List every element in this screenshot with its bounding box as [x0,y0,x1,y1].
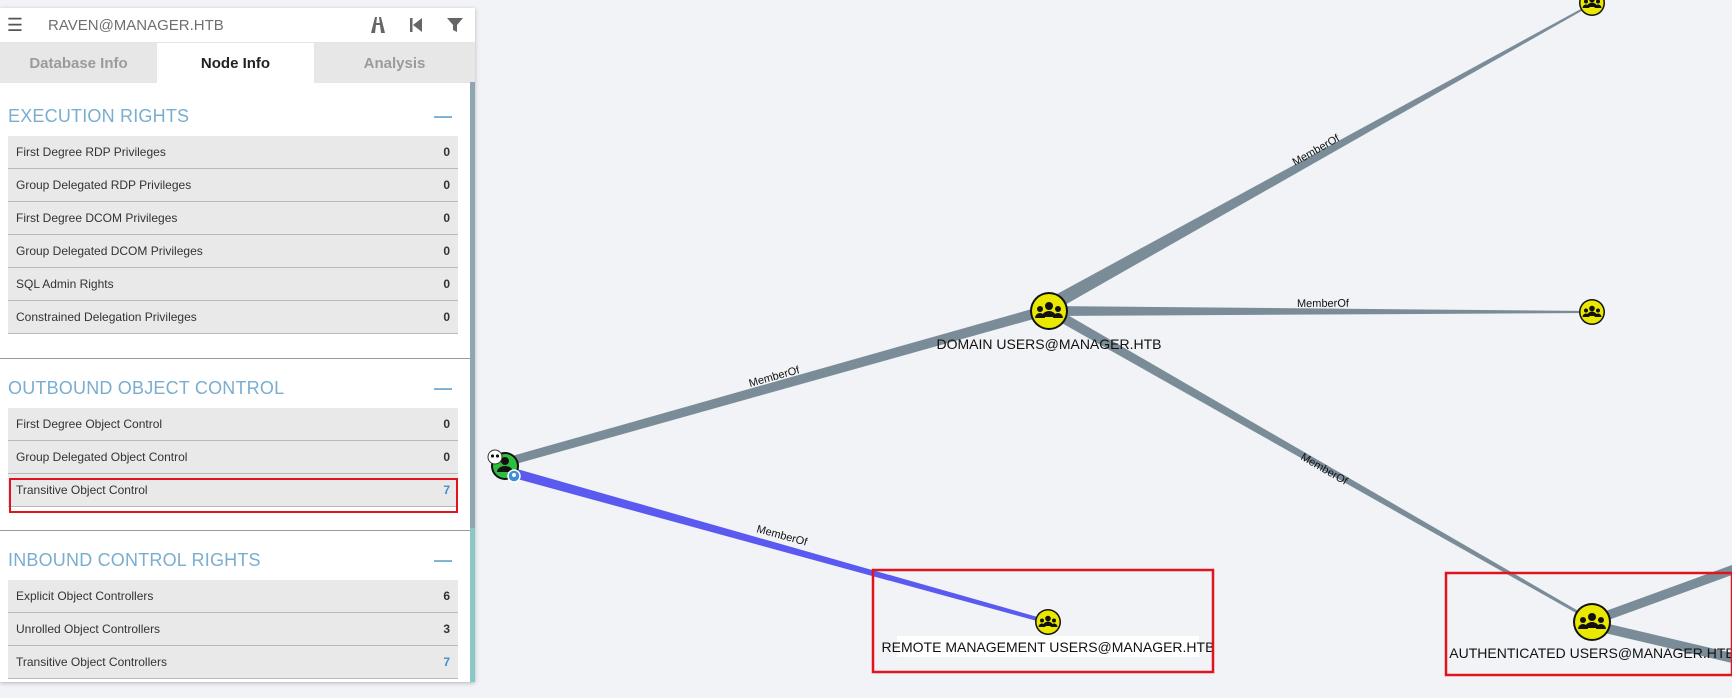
collapse-icon[interactable]: — [434,550,452,571]
edge-raven-domain-users[interactable] [505,305,1048,467]
collapse-icon[interactable]: — [434,106,452,127]
row-label: Group Delegated DCOM Privileges [16,244,203,258]
tab-database-info[interactable]: Database Info [0,43,157,83]
list-item[interactable]: First Degree Object Control 0 [8,408,458,441]
row-label: First Degree RDP Privileges [16,145,166,159]
section-title: OUTBOUND OBJECT CONTROL [8,377,285,398]
list-item[interactable]: Group Delegated DCOM Privileges 0 [8,235,458,268]
node-search-input[interactable] [46,15,330,35]
tab-node-info[interactable]: Node Info [157,43,314,83]
node-label-domain-users: DOMAIN USERS@MANAGER.HTB [936,336,1161,352]
section-header-execution-rights[interactable]: EXECUTION RIGHTS — [0,96,470,136]
node-info-sidebar: ☰ Database Info Node Info Analysis EXECU… [0,8,475,682]
row-value: 0 [443,450,450,464]
list-item[interactable]: SQL Admin Rights 0 [8,268,458,301]
section-divider [0,358,470,359]
row-label: Constrained Delegation Privileges [16,310,197,324]
row-label: Unrolled Object Controllers [16,622,161,636]
row-value: 0 [443,145,450,159]
tab-analysis[interactable]: Analysis [314,43,475,83]
list-item[interactable]: Constrained Delegation Privileges 0 [8,301,458,334]
group-node-auth-users[interactable] [1573,603,1611,641]
group-node-remote-mgmt[interactable] [1035,609,1061,635]
collapse-icon[interactable]: — [434,378,452,399]
row-label: Explicit Object Controllers [16,589,154,603]
back-icon[interactable] [405,14,427,36]
user-node-raven[interactable] [487,449,521,483]
pathfinding-icon[interactable] [366,14,388,36]
node-info-content: EXECUTION RIGHTS — First Degree RDP Priv… [0,82,470,682]
row-label: SQL Admin Rights [16,277,114,291]
list-item[interactable]: Explicit Object Controllers 6 [8,580,458,613]
filter-icon[interactable] [444,14,466,36]
hamburger-menu-icon[interactable]: ☰ [0,15,30,36]
node-label-auth-users: AUTHENTICATED USERS@MANAGER.HTB [1449,645,1732,661]
edge-highlighted-remote-mgmt[interactable] [510,467,1048,624]
row-value-link[interactable]: 7 [443,483,450,497]
section-execution-rights: EXECUTION RIGHTS — First Degree RDP Priv… [0,96,470,334]
row-value: 0 [443,178,450,192]
sidebar-tabs: Database Info Node Info Analysis [0,43,475,83]
target-pin-icon [507,469,521,483]
section-header-inbound-control-rights[interactable]: INBOUND CONTROL RIGHTS — [0,540,470,580]
row-label: Group Delegated Object Control [16,450,188,464]
group-node-right[interactable] [1579,299,1605,325]
row-value: 3 [443,622,450,636]
search-bar: ☰ [0,8,475,43]
row-value: 0 [443,310,450,324]
section-outbound-object-control: OUTBOUND OBJECT CONTROL — First Degree O… [0,368,470,507]
row-value: 0 [443,211,450,225]
row-value: 0 [443,277,450,291]
list-item[interactable]: Unrolled Object Controllers 3 [8,613,458,646]
edge-domain-users-top[interactable] [1046,4,1592,310]
transitive-object-control-row[interactable]: Transitive Object Control 7 [8,474,458,507]
list-item[interactable]: Group Delegated RDP Privileges 0 [8,169,458,202]
node-label-remote-mgmt: REMOTE MANAGEMENT USERS@MANAGER.HTB [882,639,1215,655]
list-item[interactable]: Group Delegated Object Control 0 [8,441,458,474]
section-title: EXECUTION RIGHTS [8,105,190,126]
row-label: Transitive Object Controllers [16,655,167,669]
row-label: First Degree DCOM Privileges [16,211,178,225]
list-item[interactable]: First Degree RDP Privileges 0 [8,136,458,169]
section-inbound-control-rights: INBOUND CONTROL RIGHTS — Explicit Object… [0,540,470,679]
group-node-domain-users[interactable] [1030,292,1068,330]
sidebar-scrollbar[interactable] [470,82,475,682]
section-divider [0,530,470,531]
row-value: 0 [443,244,450,258]
row-value: 6 [443,589,450,603]
owned-skull-icon [487,449,503,465]
row-label: Transitive Object Control [16,483,148,497]
group-node-top[interactable] [1579,0,1605,16]
row-label: Group Delegated RDP Privileges [16,178,192,192]
section-title: INBOUND CONTROL RIGHTS [8,549,261,570]
list-item[interactable]: Transitive Object Controllers 7 [8,646,458,679]
row-value: 0 [443,417,450,431]
edge-label-domain-users-auth: MemberOf [1298,451,1350,488]
row-label: First Degree Object Control [16,417,163,431]
section-header-outbound-object-control[interactable]: OUTBOUND OBJECT CONTROL — [0,368,470,408]
list-item[interactable]: First Degree DCOM Privileges 0 [8,202,458,235]
edge-label-domain-users-right: MemberOf [1297,298,1350,310]
row-value-link[interactable]: 7 [443,655,450,669]
